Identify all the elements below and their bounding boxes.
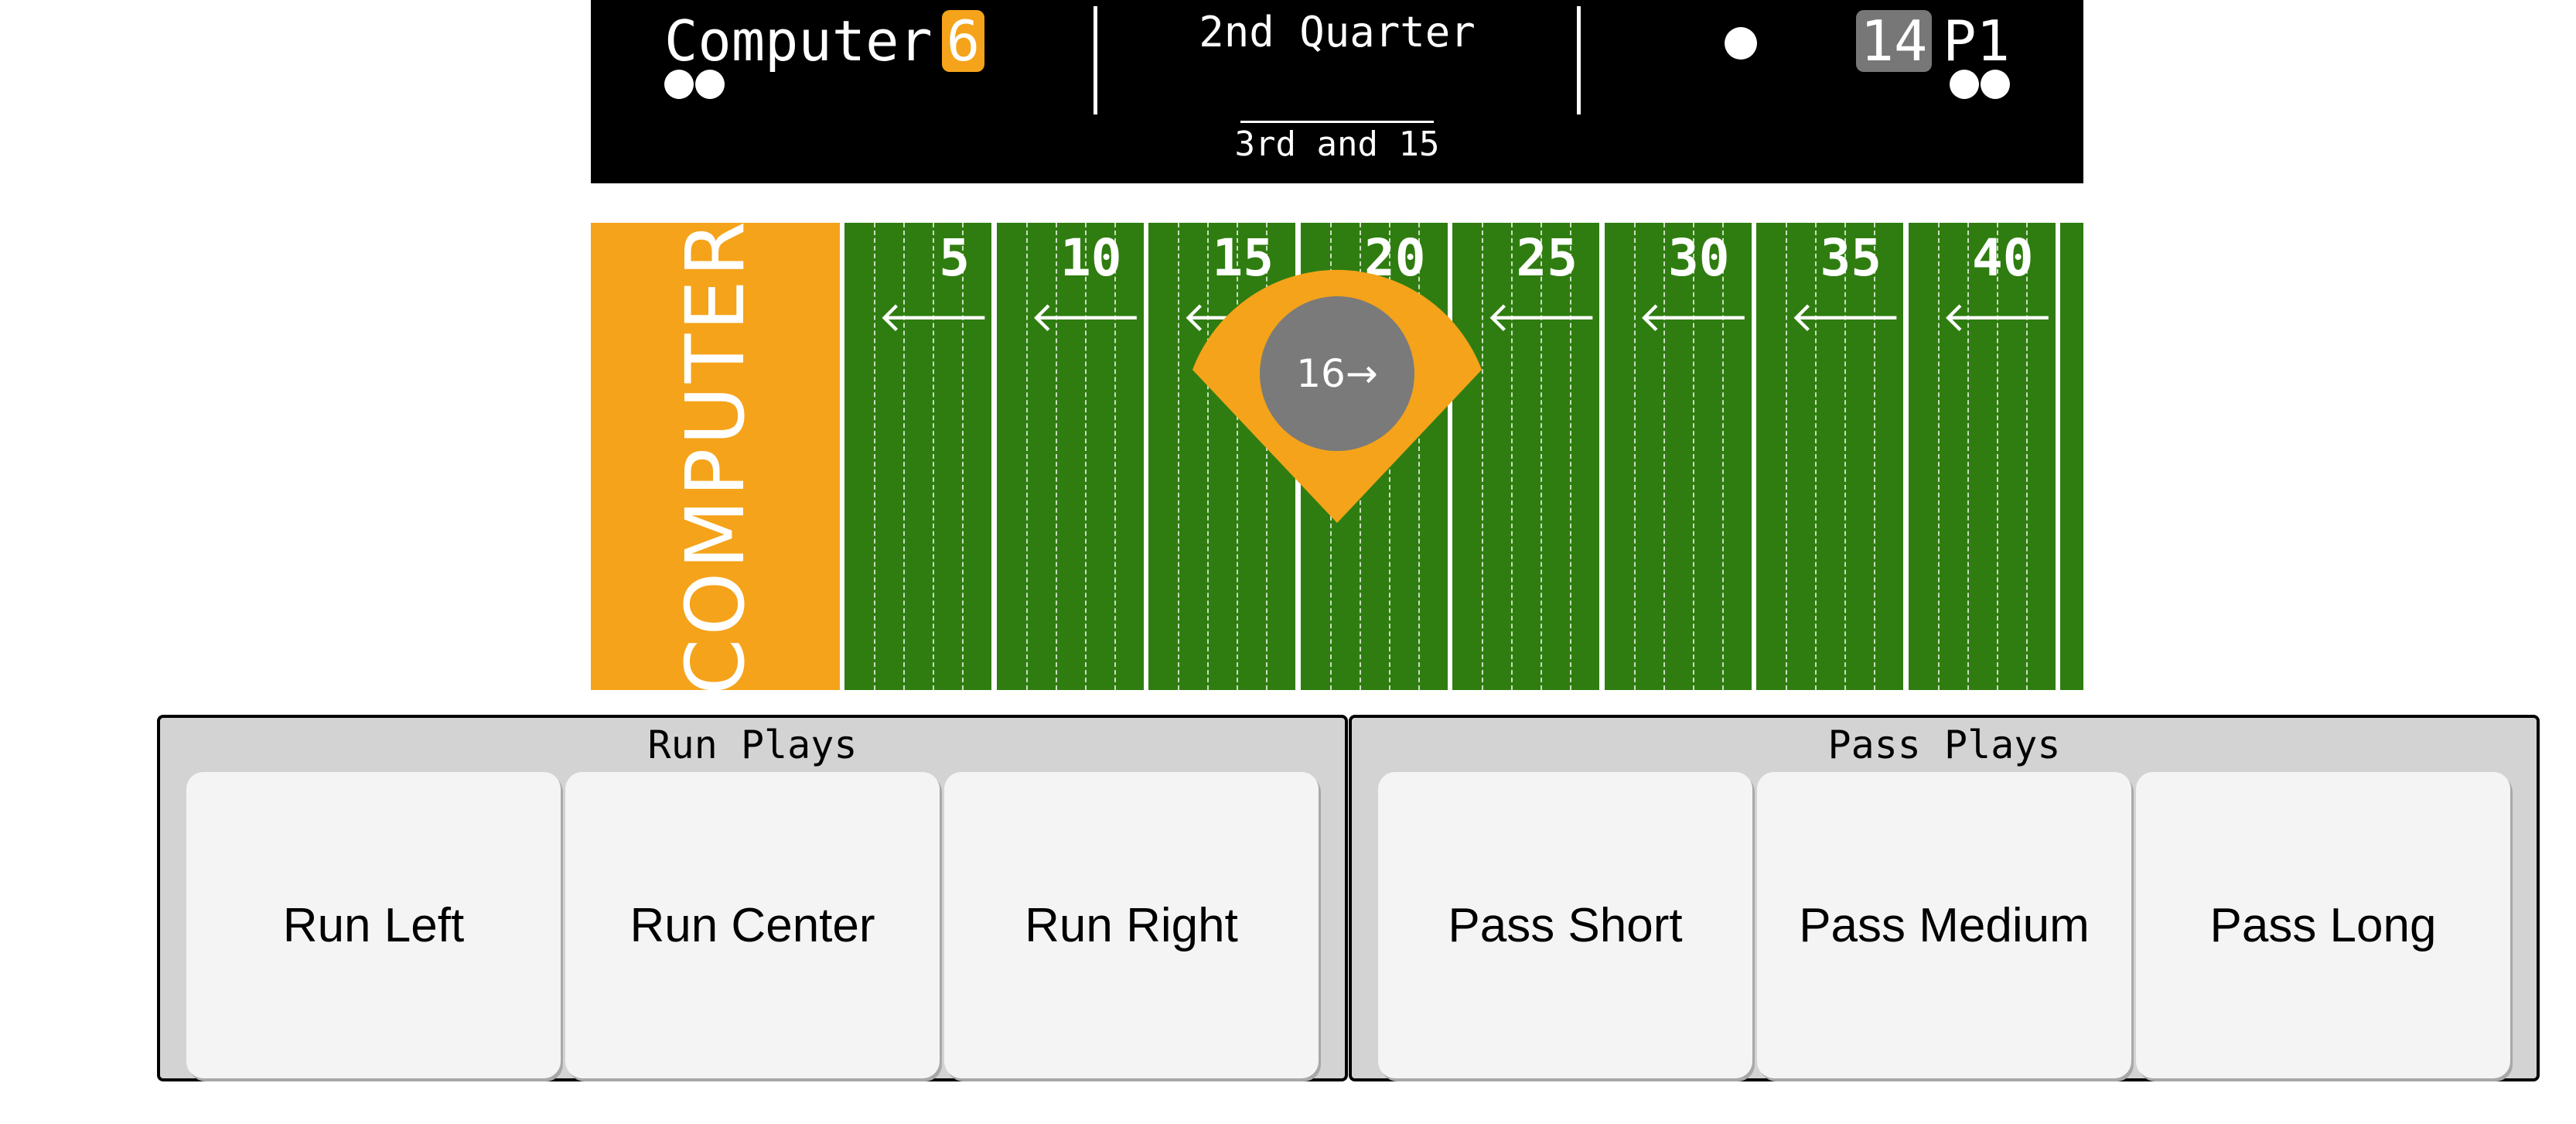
down-and-distance: 3rd and 15 <box>1234 125 1440 164</box>
right-timeouts <box>1950 70 2010 99</box>
run-plays-title: Run Plays <box>647 723 858 767</box>
timeout-dot <box>1981 70 2010 99</box>
yard-number: 40 <box>1972 228 2034 288</box>
possession-indicator <box>1725 27 1757 60</box>
yard-segment: 10 🡐 <box>996 223 1144 690</box>
yard-segment: 5 🡐 <box>844 223 991 690</box>
pass-medium-button[interactable]: Pass Medium <box>1757 772 2131 1078</box>
pass-plays-panel: Pass Plays Pass Short Pass Medium Pass L… <box>1349 715 2540 1081</box>
quarter-label: 2nd Quarter <box>1199 8 1476 56</box>
scoreboard: Computer 6 2nd Quarter 3rd and 15 14 P1 <box>591 0 2083 183</box>
pass-long-button[interactable]: Pass Long <box>2136 772 2510 1078</box>
left-team-name: Computer <box>664 9 933 73</box>
scoreboard-divider <box>1577 6 1581 114</box>
direction-arrow-icon: 🡐 <box>1029 292 1142 341</box>
hash-line <box>1025 223 1028 690</box>
yard-segment: 40 🡐 <box>1908 223 2056 690</box>
timeout-dot <box>1950 70 1979 99</box>
direction-arrow-icon: 🡐 <box>878 292 990 341</box>
run-left-button[interactable]: Run Left <box>186 772 561 1078</box>
pass-short-button[interactable]: Pass Short <box>1378 772 1752 1078</box>
hash-line <box>1633 223 1636 690</box>
yard-segment: 30 🡐 <box>1604 223 1752 690</box>
yard-number: 5 <box>939 228 970 288</box>
run-plays-panel: Run Plays Run Left Run Center Run Right <box>157 715 1348 1081</box>
yard-segment: 35 🡐 <box>1756 223 1903 690</box>
direction-arrow-icon: 🡐 <box>1941 292 2054 341</box>
direction-arrow-icon: 🡐 <box>1790 292 1902 341</box>
endzone: COMPUTER <box>591 223 840 690</box>
right-team-name: P1 <box>1943 9 2010 73</box>
timeout-dot <box>695 70 725 99</box>
right-team: 14 P1 <box>1855 6 2010 76</box>
timeout-dot <box>664 70 694 99</box>
yard-number: 30 <box>1668 228 1730 288</box>
pass-plays-title: Pass Plays <box>1827 723 2061 767</box>
hash-line <box>1178 223 1179 690</box>
yard-segment <box>2060 223 2083 690</box>
endzone-label: COMPUTER <box>668 223 763 690</box>
run-center-button[interactable]: Run Center <box>565 772 940 1078</box>
hash-line <box>1937 223 1940 690</box>
left-timeouts <box>664 70 725 99</box>
hash-line <box>874 223 875 690</box>
hash-line <box>1786 223 1787 690</box>
run-right-button[interactable]: Run Right <box>944 772 1319 1078</box>
yard-number: 10 <box>1060 228 1122 288</box>
down-divider-line <box>1240 121 1434 123</box>
right-team-score: 14 <box>1855 10 1933 72</box>
direction-arrow-icon: 🡐 <box>1637 292 1750 341</box>
left-team-score: 6 <box>941 10 985 72</box>
yard-number: 35 <box>1820 228 1882 288</box>
ball-marker-label: 16→ <box>1260 296 1414 451</box>
left-team: Computer 6 <box>664 6 985 76</box>
